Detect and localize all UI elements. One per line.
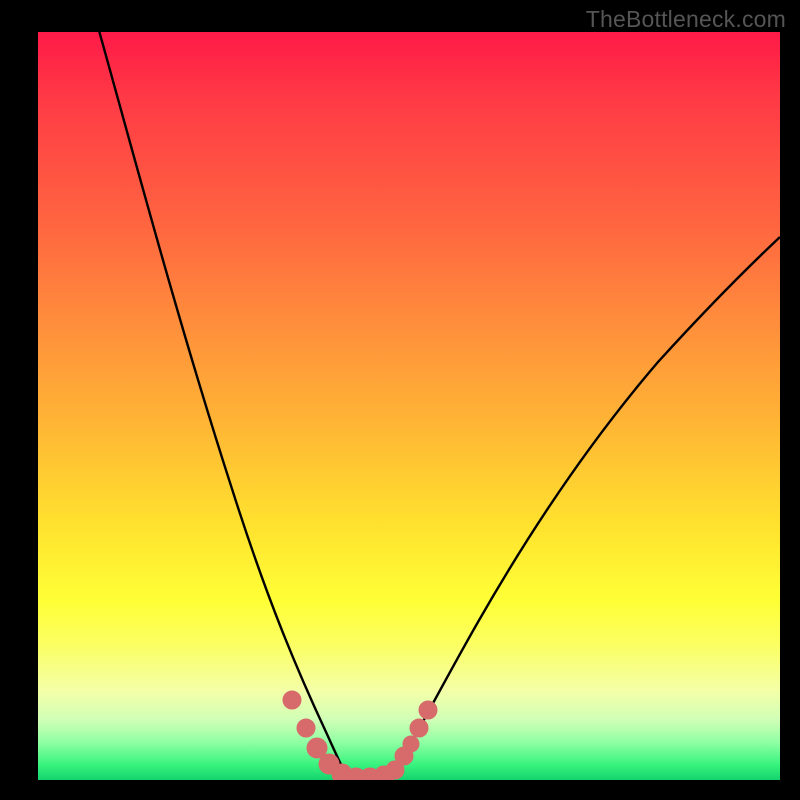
marker-dot (283, 691, 301, 709)
marker-dot (403, 736, 419, 752)
bottleneck-marker-group (283, 691, 437, 780)
marker-dot (419, 701, 437, 719)
left-curve-path (98, 32, 348, 778)
chart-frame: TheBottleneck.com (0, 0, 800, 800)
marker-dot (297, 719, 315, 737)
marker-dot (410, 719, 428, 737)
watermark-label: TheBottleneck.com (586, 6, 786, 33)
chart-plot-area (38, 32, 780, 780)
chart-svg (38, 32, 780, 780)
right-curve-path (390, 237, 780, 778)
